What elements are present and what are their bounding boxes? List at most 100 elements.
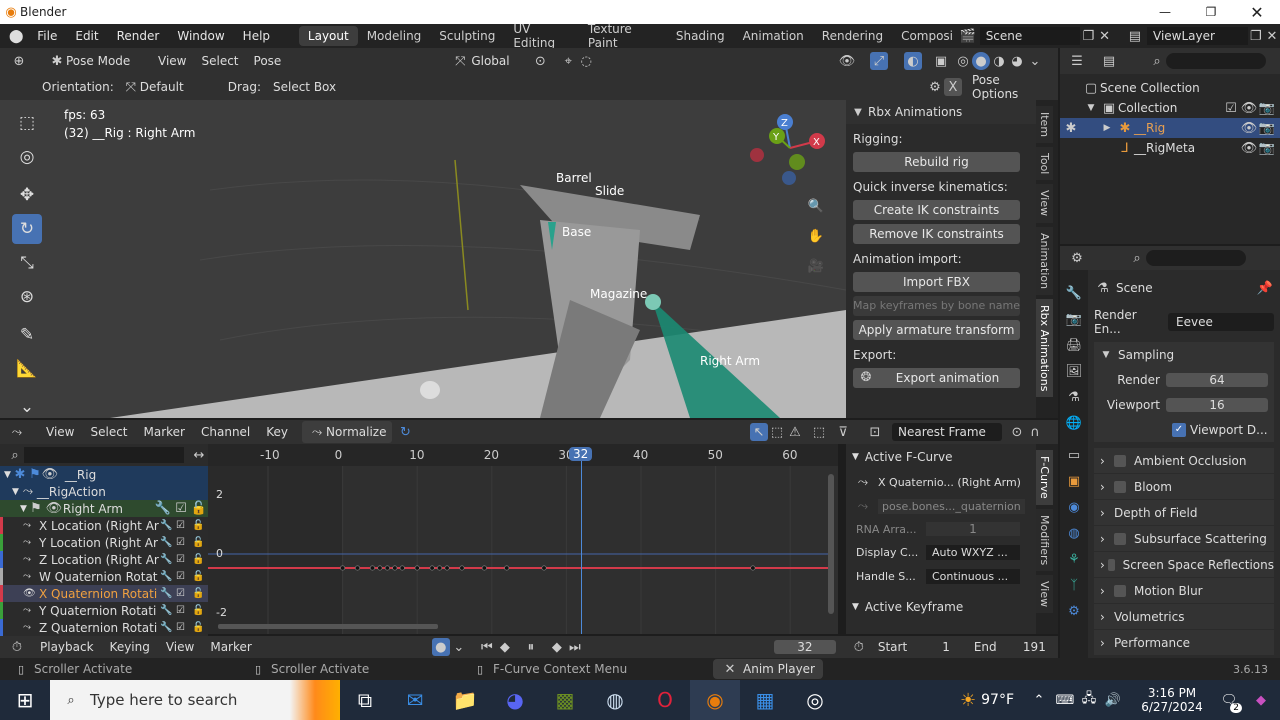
properties-editor-icon[interactable]: ⚙ xyxy=(1068,249,1086,267)
minecraft-icon[interactable]: ▩ xyxy=(540,680,590,720)
viewport-denoise-row[interactable]: ✓ Viewport D... xyxy=(1094,417,1274,442)
fcurve-mute-checkbox[interactable]: ☑ xyxy=(176,605,192,616)
keyframe-point[interactable] xyxy=(377,565,383,571)
timeline-menu-view[interactable]: View xyxy=(166,640,194,654)
bone-tool-icon[interactable]: ⌄ xyxy=(12,392,42,418)
move-tool-icon[interactable]: ✥ xyxy=(12,180,42,210)
fcurve-path[interactable]: pose.bones..._quaternion xyxy=(878,498,1025,514)
fcurve-lock-icon[interactable]: 🔓 xyxy=(192,622,208,633)
fcurve-lock-icon[interactable]: 🔓 xyxy=(192,571,208,582)
properties-panel-4[interactable]: › Screen Space Reflections xyxy=(1094,552,1274,577)
keyframe-point[interactable] xyxy=(750,565,756,571)
viewlayer-selector[interactable]: ViewLayer xyxy=(1147,27,1248,45)
jump-keyframe-forward-icon[interactable]: ◆ xyxy=(548,638,566,656)
rigmeta-visibility-icon[interactable]: 👁 xyxy=(1240,139,1258,157)
rigmeta-render-icon[interactable]: 📷 xyxy=(1258,139,1276,157)
falloff-icon[interactable]: ∩ xyxy=(1026,423,1044,441)
graph-menu-channel[interactable]: Channel xyxy=(201,425,250,439)
render-engine-select[interactable]: Eevee xyxy=(1168,313,1274,331)
channel-rigaction[interactable]: ▼ ⤳ __RigAction xyxy=(0,483,208,500)
rig-visibility-icon[interactable]: 👁 xyxy=(1240,119,1258,137)
scene-selector[interactable]: Scene xyxy=(979,27,1081,45)
anim-player-badge[interactable]: ✕ Anim Player xyxy=(713,659,823,679)
fcurve-modifier-icon[interactable]: 🔧 xyxy=(160,554,176,565)
cursor-tool-icon[interactable]: ◎ xyxy=(12,142,42,172)
channel-search-input[interactable] xyxy=(24,447,184,463)
new-viewlayer-icon[interactable]: ❐ xyxy=(1248,27,1264,45)
tab-sculpting[interactable]: Sculpting xyxy=(430,26,504,46)
keyframe-point[interactable] xyxy=(504,565,510,571)
active-keyframe-header[interactable]: ▼ Active Keyframe xyxy=(846,594,1036,620)
auto-normalize-icon[interactable]: ↻ xyxy=(396,423,414,441)
visibility-icon[interactable]: 👁 xyxy=(838,52,856,70)
outliner-rigmeta[interactable]: ⅃ __RigMeta 👁 📷 xyxy=(1060,138,1280,158)
drag-selector[interactable]: Select Box xyxy=(273,80,345,94)
fcurve-channel[interactable]: ⤳ W Quaternion Rotat 🔧 ☑ 🔓 xyxy=(0,568,208,585)
jump-keyframe-back-icon[interactable]: ◆ xyxy=(496,638,514,656)
mail-app-icon[interactable]: ✉ xyxy=(390,680,440,720)
outliner-editor-icon[interactable]: ☰ xyxy=(1068,52,1086,70)
playhead-frame[interactable]: 32 xyxy=(569,447,593,461)
viewport-canvas[interactable]: fps: 63 (32) __Rig : Right Arm Barrel Sl… xyxy=(0,100,846,418)
tab-modeling[interactable]: Modeling xyxy=(358,26,431,46)
gizmo-icon[interactable]: ⤢ xyxy=(870,52,888,70)
menu-render[interactable]: Render xyxy=(108,29,169,43)
timeline-menu-playback[interactable]: Playback xyxy=(40,640,94,654)
pin-icon[interactable]: 📌 xyxy=(1256,279,1274,297)
handle-smoothing-select[interactable]: Continuous ... xyxy=(926,568,1020,584)
fcurve-channel[interactable]: 👁 X Quaternion Rotati 🔧 ☑ 🔓 xyxy=(0,585,208,602)
keyframe-point[interactable] xyxy=(429,565,435,571)
collection-render-icon[interactable]: 📷 xyxy=(1258,99,1276,117)
fcurve-lock-icon[interactable]: 🔓 xyxy=(192,520,208,531)
end-field[interactable]: 191 xyxy=(1010,640,1046,654)
timeline-editor-icon[interactable]: ⏱ xyxy=(8,638,26,656)
tab-view[interactable]: View xyxy=(1036,184,1053,223)
keyframe-point[interactable] xyxy=(481,565,487,571)
viewport-samples-field[interactable]: 16 xyxy=(1166,397,1268,412)
volume-icon[interactable]: 🔊 xyxy=(1104,691,1122,709)
menu-file[interactable]: File xyxy=(28,29,66,43)
properties-panel-2[interactable]: › Depth of Field xyxy=(1094,500,1274,525)
create-ik-button[interactable]: Create IK constraints xyxy=(853,200,1020,220)
scale-tool-icon[interactable]: ⤡ xyxy=(12,248,42,278)
world-tab-icon[interactable]: 🌐 xyxy=(1065,414,1083,432)
tab-shading[interactable]: Shading xyxy=(667,26,734,46)
transform-orientation-selector[interactable]: Global xyxy=(471,54,531,68)
proportional-icon[interactable]: ⊙ xyxy=(1008,423,1026,441)
copilot-icon[interactable]: ◆ xyxy=(1252,691,1270,709)
create-ghost-icon[interactable]: ⬚ xyxy=(810,423,828,441)
pivot-selector[interactable]: Nearest Frame xyxy=(892,423,1002,441)
only-errors-icon[interactable]: ⚠ xyxy=(786,423,804,441)
wireframe-shading-icon[interactable]: ◎ xyxy=(954,52,972,70)
fcurve-mute-checkbox[interactable]: ☑ xyxy=(176,588,192,599)
render-tab-icon[interactable]: 📷 xyxy=(1065,310,1083,328)
rig-render-icon[interactable]: 📷 xyxy=(1258,119,1276,137)
rendered-shading-icon[interactable]: ◕ xyxy=(1008,52,1026,70)
jump-end-icon[interactable]: ⏭ xyxy=(566,638,584,656)
fcurve-channel[interactable]: ⤳ Z Quaternion Rotati 🔧 ☑ 🔓 xyxy=(0,619,208,636)
fcurve-modifier-icon[interactable]: 🔧 xyxy=(160,520,176,531)
fcurve-curve-icon[interactable]: ⤳ xyxy=(23,554,39,565)
tab-tool[interactable]: Tool xyxy=(1036,147,1053,181)
fcurve-mute-checkbox[interactable]: ☑ xyxy=(176,537,192,548)
outliner-search-input[interactable] xyxy=(1166,53,1266,69)
collection-visibility-icon[interactable]: 👁 xyxy=(1240,99,1258,117)
close-window-button[interactable]: ✕ xyxy=(1234,3,1280,22)
viewport-menu-pose[interactable]: Pose xyxy=(254,54,282,68)
fcurve-curve-icon[interactable]: ⤳ xyxy=(23,537,39,548)
camera-view-icon[interactable]: 🎥 xyxy=(805,255,827,277)
taskbar-clock[interactable]: 3:16 PM 6/27/2024 xyxy=(1132,686,1212,714)
panel-enable-checkbox[interactable] xyxy=(1114,584,1126,597)
fcurve-channel[interactable]: ⤳ Y Location (Right Ar 🔧 ☑ 🔓 xyxy=(0,534,208,551)
pan-view-icon[interactable]: ✋ xyxy=(805,225,827,247)
graph-region[interactable]: -10 0 10 20 30 40 50 60 2 0 -2 32 xyxy=(208,444,838,634)
blender-menu-icon[interactable]: ⬤ xyxy=(8,27,24,45)
anim-player-close-icon[interactable]: ✕ xyxy=(721,660,739,678)
outliner-collection[interactable]: ▼ ▣ Collection ☑ 👁 📷 xyxy=(1060,98,1280,118)
fcurve-modifier-icon[interactable]: 🔧 xyxy=(160,571,176,582)
channel-right-arm[interactable]: ▼ ⚑ 👁 Right Arm 🔧 ☑ 🔓 xyxy=(0,500,208,517)
properties-search-input[interactable] xyxy=(1146,250,1246,266)
graph-menu-marker[interactable]: Marker xyxy=(144,425,185,439)
tray-chevron-icon[interactable]: ⌃ xyxy=(1030,691,1048,709)
material-shading-icon[interactable]: ◑ xyxy=(990,52,1008,70)
